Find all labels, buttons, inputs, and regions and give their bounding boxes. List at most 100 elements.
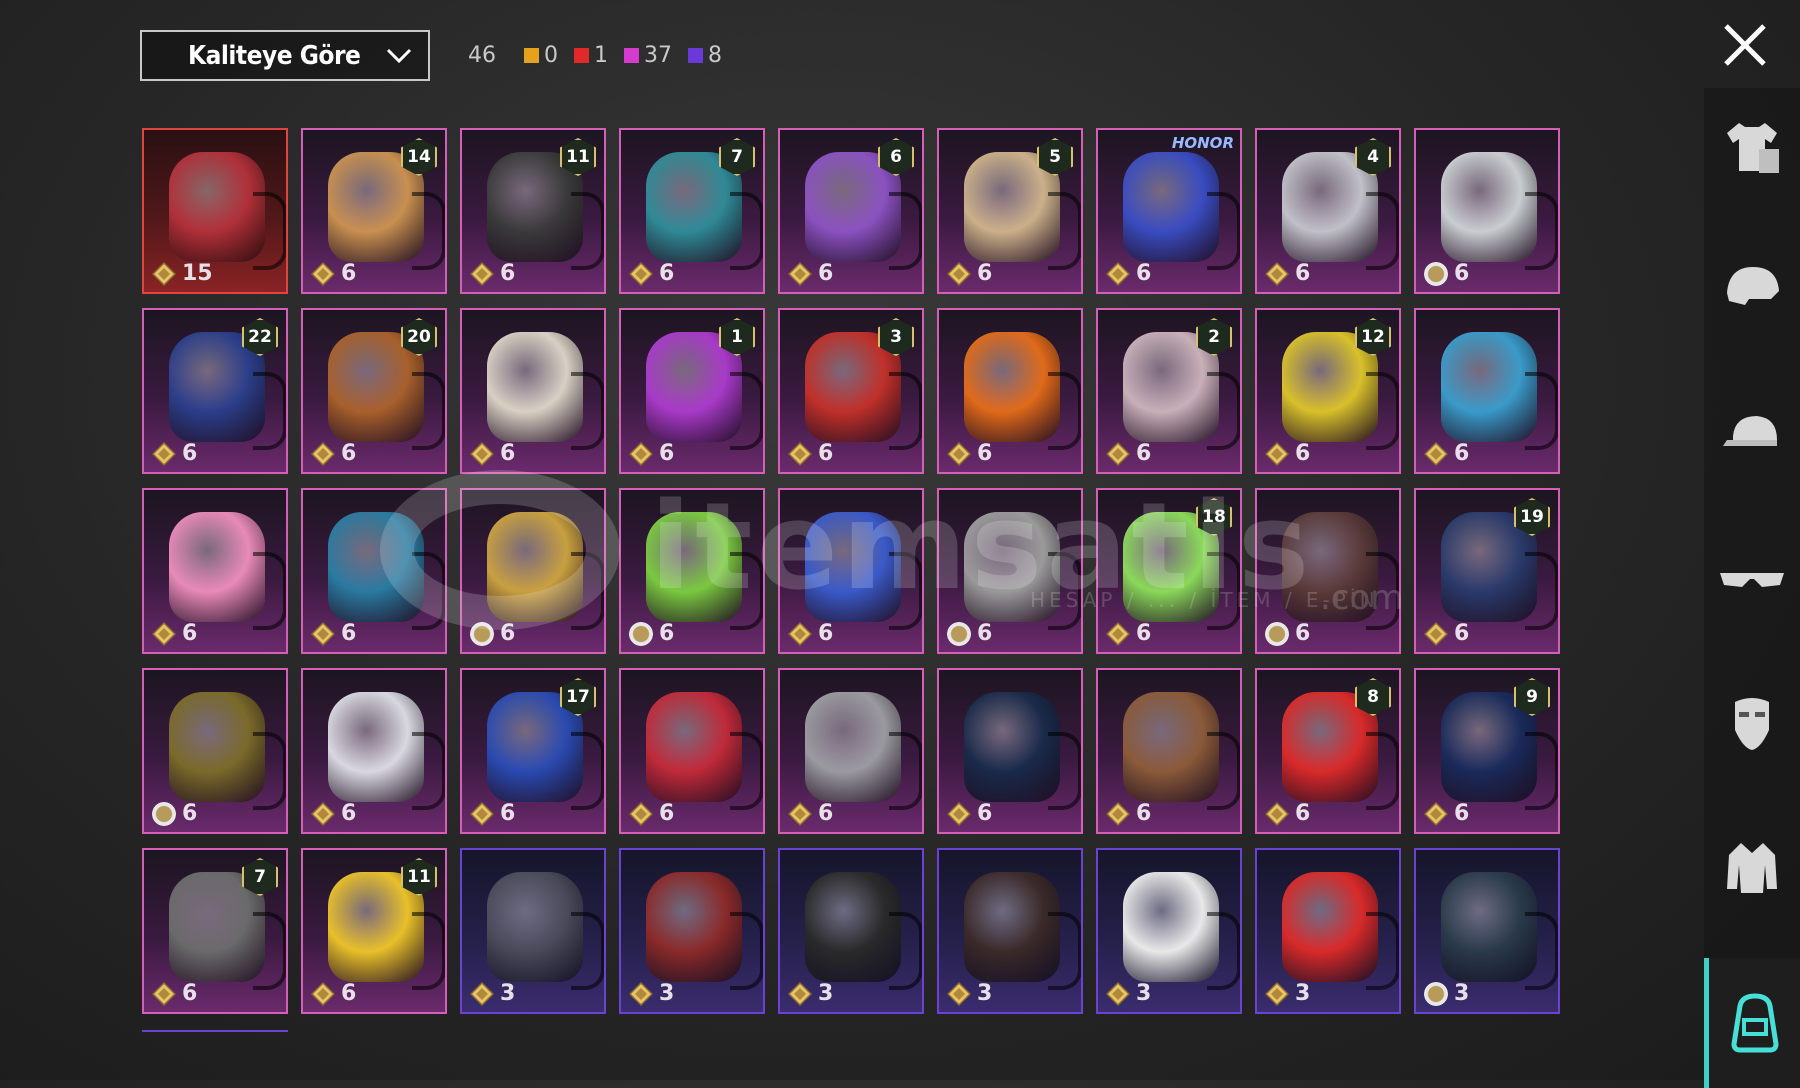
backpack-thumbnail: [487, 872, 604, 990]
backpack-item-card[interactable]: 3: [1414, 848, 1560, 1014]
backpack-item-card[interactable]: 6: [1414, 308, 1560, 474]
mask-icon: [1735, 698, 1769, 750]
backpack-item-card[interactable]: 14 6: [301, 128, 447, 294]
backpack-item-card[interactable]: 3: [619, 848, 765, 1014]
backpack-item-card[interactable]: 20 6: [301, 308, 447, 474]
backpack-item-card[interactable]: 36: [778, 308, 924, 474]
backpack-item-card[interactable]: 12 6: [1255, 308, 1401, 474]
backpack-item-card[interactable]: 6: [301, 488, 447, 654]
backpack-item-card[interactable]: 6: [460, 488, 606, 654]
close-icon[interactable]: [1722, 22, 1768, 68]
backpack-item-card[interactable]: 16: [619, 308, 765, 474]
item-price-value: 6: [977, 801, 993, 826]
backpack-item-card[interactable]: 86: [1255, 668, 1401, 834]
item-price: 6: [947, 801, 992, 826]
item-price: 6: [1424, 261, 1469, 286]
backpack-item-card[interactable]: 6: [1414, 128, 1560, 294]
item-price-value: 3: [659, 981, 675, 1006]
backpack-item-card[interactable]: 15: [142, 128, 288, 294]
count-pink: 37: [624, 43, 672, 68]
backpack-item-card[interactable]: 6: [1255, 488, 1401, 654]
backpack-item-card[interactable]: 6: [619, 488, 765, 654]
backpack-item-card[interactable]: 17 6: [460, 668, 606, 834]
backpack-strap: [1048, 372, 1081, 450]
item-price: 6: [629, 441, 674, 466]
backpack-item-card[interactable]: 76: [142, 848, 288, 1014]
backpack-item-card[interactable]: 3: [460, 848, 606, 1014]
backpack-item-card[interactable]: 6: [778, 488, 924, 654]
backpack-thumbnail: [964, 872, 1081, 990]
coin-icon: [1424, 621, 1448, 646]
coin-icon: [1106, 801, 1130, 826]
backpack-item-card[interactable]: 3: [937, 848, 1083, 1014]
category-backpack[interactable]: [1704, 958, 1800, 1088]
backpack-item-card[interactable]: 22 6: [142, 308, 288, 474]
backpack-item-card[interactable]: 76: [619, 128, 765, 294]
backpack-item-card[interactable]: 56: [937, 128, 1083, 294]
backpack-item-card[interactable]: 11 6: [460, 128, 606, 294]
item-price-value: 6: [1454, 621, 1470, 646]
next-row-peek: [142, 1030, 288, 1040]
glasses-icon: [1720, 573, 1784, 587]
backpack-thumbnail: [646, 872, 763, 990]
category-glasses[interactable]: [1704, 528, 1800, 628]
backpack-item-card[interactable]: 3: [778, 848, 924, 1014]
category-helmet[interactable]: [1704, 238, 1800, 338]
backpack-item-card[interactable]: 3: [1255, 848, 1401, 1014]
item-price-value: 6: [818, 621, 834, 646]
coin-icon: [152, 441, 176, 466]
backpack-item-card[interactable]: 6: [778, 668, 924, 834]
item-price: 3: [470, 981, 515, 1006]
item-price: 6: [629, 621, 674, 646]
backpack-item-card[interactable]: 46: [1255, 128, 1401, 294]
backpack-item-card[interactable]: 6: [619, 668, 765, 834]
backpack-strap: [1048, 912, 1081, 990]
category-shirt[interactable]: [1704, 98, 1800, 198]
coin-icon: [1106, 441, 1130, 466]
coin-icon: [629, 621, 653, 646]
backpack-item-card[interactable]: 6: [301, 668, 447, 834]
backpack-item-card[interactable]: 18 6: [1096, 488, 1242, 654]
backpack-item-card[interactable]: 6: [937, 308, 1083, 474]
backpack-item-card[interactable]: 11 6: [301, 848, 447, 1014]
coin-icon: [1106, 981, 1130, 1006]
backpack-item-card[interactable]: 3: [1096, 848, 1242, 1014]
item-price: 3: [629, 981, 674, 1006]
item-price-value: 6: [182, 441, 198, 466]
coin-icon: [1265, 801, 1289, 826]
backpack-item-card[interactable]: 19 6: [1414, 488, 1560, 654]
category-jacket[interactable]: [1704, 818, 1800, 918]
item-price-value: 6: [1136, 801, 1152, 826]
toolbar: Kaliteye Göre 46 0 1 37 8: [140, 29, 738, 82]
backpack-strap: [1207, 192, 1240, 270]
count-red: 1: [574, 43, 608, 68]
backpack-strap: [571, 192, 604, 270]
backpack-item-card[interactable]: HONOR 6: [1096, 128, 1242, 294]
backpack-strap: [1048, 192, 1081, 270]
coin-icon: [152, 981, 176, 1006]
sort-dropdown[interactable]: Kaliteye Göre: [140, 30, 430, 81]
backpack-item-card[interactable]: 26: [1096, 308, 1242, 474]
total-count: 46: [468, 43, 496, 68]
backpack-item-card[interactable]: 66: [778, 128, 924, 294]
category-mask[interactable]: [1704, 673, 1800, 773]
item-price: 6: [1424, 621, 1469, 646]
item-price-value: 3: [1295, 981, 1311, 1006]
coin-icon: [311, 441, 335, 466]
backpack-item-card[interactable]: 6: [460, 308, 606, 474]
item-price-value: 6: [1295, 621, 1311, 646]
backpack-thumbnail: [964, 332, 1081, 450]
backpack-item-card[interactable]: 6: [142, 668, 288, 834]
backpack-strap: [889, 732, 922, 810]
backpack-item-card[interactable]: 6: [937, 668, 1083, 834]
item-price-value: 6: [1454, 801, 1470, 826]
backpack-item-card[interactable]: 6: [142, 488, 288, 654]
backpack-item-card[interactable]: 6: [937, 488, 1083, 654]
coin-icon: [311, 621, 335, 646]
item-price: 6: [788, 801, 833, 826]
category-cap[interactable]: [1704, 383, 1800, 483]
item-price-value: 6: [341, 621, 357, 646]
backpack-item-card[interactable]: 96: [1414, 668, 1560, 834]
coin-icon: [947, 441, 971, 466]
backpack-item-card[interactable]: 6: [1096, 668, 1242, 834]
